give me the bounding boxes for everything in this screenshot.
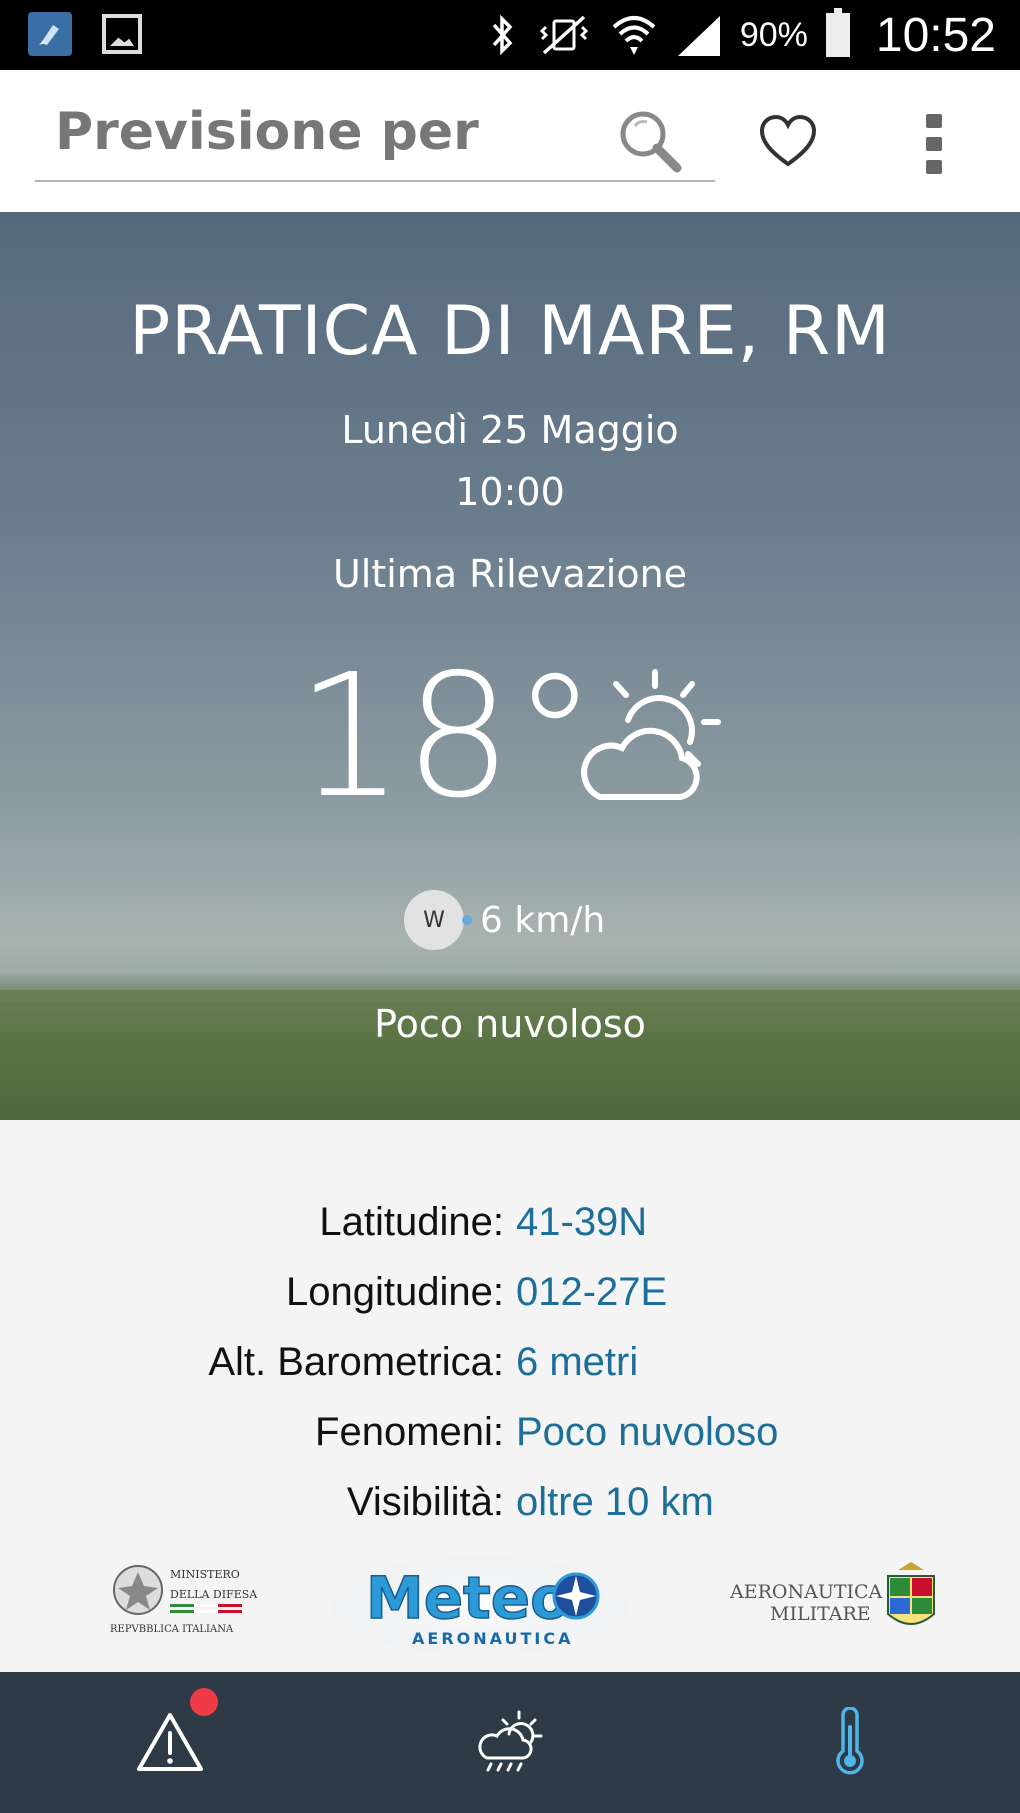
battery-percent: 90% bbox=[739, 15, 808, 54]
nav-warnings[interactable] bbox=[0, 1672, 340, 1813]
meteo-subtitle: AERONAUTICA bbox=[412, 1629, 574, 1648]
condition-text: Poco nuvoloso bbox=[374, 1002, 646, 1046]
signal-icon bbox=[677, 16, 720, 56]
app-notification-icon bbox=[28, 12, 72, 56]
favorite-heart-icon[interactable] bbox=[758, 112, 818, 172]
detail-value: 41-39N bbox=[516, 1200, 648, 1244]
search-input[interactable] bbox=[35, 92, 595, 172]
wind-indicator: W 6 km/h bbox=[404, 890, 605, 950]
detail-row: Latitudine: 41-39N bbox=[0, 1200, 1020, 1260]
detail-label: Longitudine: bbox=[286, 1270, 504, 1314]
overflow-menu-icon[interactable] bbox=[926, 114, 944, 174]
ministero-text-2: DELLA DIFESA bbox=[170, 1588, 258, 1601]
detail-value: 012-27E bbox=[516, 1270, 668, 1314]
detail-label: Latitudine: bbox=[319, 1200, 504, 1244]
observation-label: Ultima Rilevazione bbox=[332, 552, 688, 596]
search-field bbox=[35, 92, 715, 182]
wifi-icon bbox=[612, 16, 656, 55]
am-text-2: MILITARE bbox=[770, 1603, 871, 1625]
detail-label: Visibilità: bbox=[346, 1480, 504, 1524]
observation-date: Lunedì 25 Maggio bbox=[341, 408, 679, 452]
detail-label: Alt. Barometrica: bbox=[208, 1340, 504, 1384]
station-name: PRATICA DI MARE, RM bbox=[129, 292, 891, 371]
warning-badge bbox=[190, 1688, 218, 1716]
ministero-text-3: REPVBBLICA ITALIANA bbox=[110, 1624, 234, 1635]
am-text-1: AERONAUTICA bbox=[729, 1581, 883, 1603]
wind-speed: 6 km/h bbox=[480, 899, 606, 941]
detail-value: oltre 10 km bbox=[516, 1480, 714, 1524]
search-icon[interactable] bbox=[615, 106, 685, 176]
detail-value: 6 metri bbox=[516, 1340, 639, 1384]
nav-observations[interactable] bbox=[680, 1672, 1020, 1813]
battery-icon bbox=[825, 8, 850, 57]
forecast-icon bbox=[478, 1710, 543, 1771]
thermometer-icon bbox=[836, 1706, 864, 1774]
wind-direction-badge: W bbox=[404, 890, 464, 950]
detail-label: Fenomeni: bbox=[315, 1410, 504, 1454]
vibrate-mute-icon bbox=[539, 15, 588, 55]
clock: 10:52 bbox=[875, 8, 996, 62]
detail-value: Poco nuvoloso bbox=[516, 1410, 779, 1454]
meteo-aeronautica-logo: Meteo AERONAUTICA bbox=[330, 1556, 630, 1656]
wind-direction-marker bbox=[462, 915, 472, 925]
image-notification-icon bbox=[102, 14, 142, 54]
ministero-difesa-logo: MINISTERO DELLA DIFESA REPVBBLICA ITALIA… bbox=[110, 1565, 258, 1635]
ministero-text-1: MINISTERO bbox=[170, 1568, 240, 1581]
meteo-title: Meteo bbox=[366, 1564, 570, 1632]
aeronautica-militare-logo: AERONAUTICA MILITARE bbox=[729, 1562, 935, 1625]
nav-forecast[interactable] bbox=[340, 1672, 680, 1813]
warning-icon bbox=[137, 1712, 203, 1771]
app-bar bbox=[0, 70, 1020, 212]
detail-row: Visibilità: oltre 10 km bbox=[0, 1480, 1020, 1540]
temperature: 18° bbox=[296, 638, 598, 836]
partly-cloudy-icon bbox=[581, 669, 721, 800]
observation-time: 10:00 bbox=[455, 470, 565, 514]
status-bar: 90% 10:52 bbox=[0, 0, 1020, 70]
detail-row: Fenomeni: Poco nuvoloso bbox=[0, 1410, 1020, 1470]
bottom-navigation bbox=[0, 1672, 1020, 1813]
current-weather-panel: PRATICA DI MARE, RM Lunedì 25 Maggio 10:… bbox=[0, 212, 1020, 1120]
partner-logos: MINISTERO DELLA DIFESA REPVBBLICA ITALIA… bbox=[0, 1540, 1020, 1670]
detail-row: Alt. Barometrica: 6 metri bbox=[0, 1340, 1020, 1400]
detail-row: Longitudine: 012-27E bbox=[0, 1270, 1020, 1330]
bluetooth-icon bbox=[492, 14, 513, 56]
station-details: Latitudine: 41-39N Longitudine: 012-27E … bbox=[0, 1120, 1020, 1550]
